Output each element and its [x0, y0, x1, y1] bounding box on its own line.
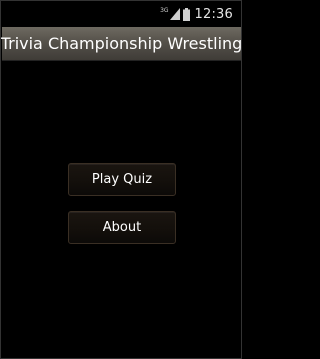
signal-icon [169, 8, 180, 20]
status-clock: 12:36 [194, 6, 233, 22]
app-screen: 3G 12:36 Trivia Championship Wrestling P… [0, 0, 242, 359]
about-label: About [102, 220, 142, 235]
network-type-label: 3G [160, 7, 169, 14]
status-bar: 3G 12:36 [1, 1, 241, 27]
app-title: Trivia Championship Wrestling [0, 34, 242, 53]
title-bar: Trivia Championship Wrestling [0, 27, 242, 61]
about-button[interactable]: About [68, 211, 176, 244]
play-quiz-label: Play Quiz [91, 172, 153, 187]
play-quiz-button[interactable]: Play Quiz [68, 163, 176, 196]
battery-icon [182, 7, 190, 21]
